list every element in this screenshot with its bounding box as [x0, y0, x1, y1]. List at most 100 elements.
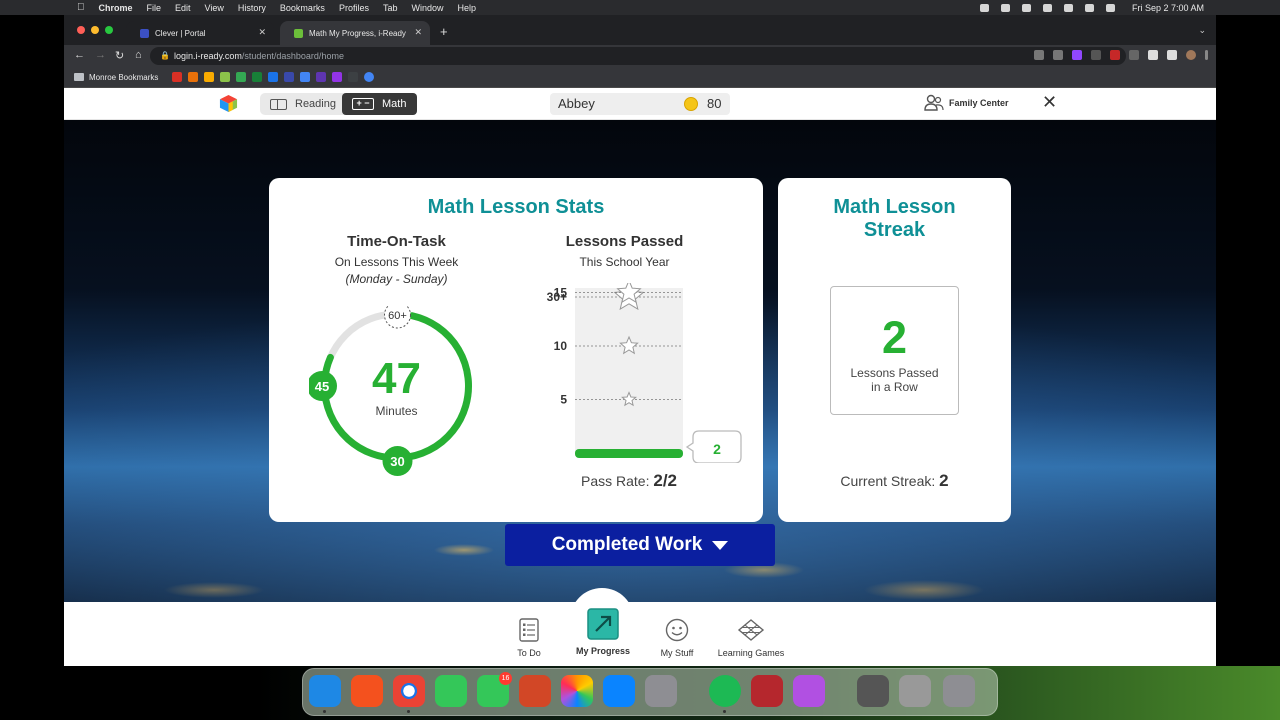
- facetime-icon[interactable]: [435, 675, 467, 707]
- browser-toolbar: ← → ↻ ⌂ 🔒 login.i-ready.com/student/dash…: [64, 45, 1216, 67]
- messages-icon[interactable]: 16: [477, 672, 512, 707]
- menu-file[interactable]: File: [147, 3, 162, 13]
- app-store-icon[interactable]: [603, 675, 635, 707]
- new-tab-icon[interactable]: +: [440, 24, 448, 39]
- time-on-task-subtitle: On Lessons This Week: [334, 255, 459, 269]
- siri-icon[interactable]: [1106, 4, 1115, 12]
- control-center-icon[interactable]: [1085, 4, 1094, 12]
- menu-edit[interactable]: Edit: [175, 3, 191, 13]
- record-icon[interactable]: [1001, 4, 1010, 12]
- wifi-icon[interactable]: [1043, 4, 1052, 12]
- streak-title: Math Lesson Streak: [778, 196, 1011, 242]
- nav-my-stuff[interactable]: My Stuff: [654, 618, 700, 658]
- back-icon[interactable]: ←: [74, 49, 85, 61]
- finder-icon[interactable]: [309, 675, 341, 707]
- nav-my-progress[interactable]: My Progress: [572, 608, 634, 656]
- extension-icon[interactable]: [1129, 50, 1139, 60]
- profile-avatar-icon[interactable]: [1186, 50, 1196, 60]
- dictionary-icon[interactable]: [751, 675, 783, 707]
- iready-page: Reading + − Math Abbey 80 Family Center …: [64, 88, 1216, 666]
- pass-rate: Pass Rate: 2/2: [564, 471, 694, 491]
- menu-window[interactable]: Window: [411, 3, 443, 13]
- bookmark-clever-icon[interactable]: [284, 72, 295, 82]
- menu-tab[interactable]: Tab: [383, 3, 398, 13]
- nav-todo[interactable]: To Do: [510, 618, 548, 658]
- sidebar-icon[interactable]: [1167, 50, 1177, 60]
- chrome-icon[interactable]: [393, 675, 425, 707]
- system-settings-icon[interactable]: [645, 675, 677, 707]
- nav-learning-games[interactable]: Learning Games: [714, 618, 788, 658]
- subject-reading-button[interactable]: Reading: [270, 93, 336, 115]
- menu-view[interactable]: View: [205, 3, 224, 13]
- tab-close-icon[interactable]: ✕: [414, 27, 422, 38]
- bookmark-icon[interactable]: [316, 72, 327, 82]
- iready-logo-icon[interactable]: [219, 94, 238, 113]
- bookmark-icon[interactable]: [188, 72, 199, 82]
- subject-math-button[interactable]: + − Math: [342, 93, 417, 115]
- bookmarks-bar: Monroe Bookmarks: [64, 67, 1216, 88]
- bookmark-icon[interactable]: [204, 72, 215, 82]
- reload-icon[interactable]: ↻: [115, 49, 124, 62]
- menubar-clock[interactable]: Fri Sep 2 7:00 AM: [1132, 3, 1204, 13]
- bookmark-star-icon[interactable]: [1053, 50, 1063, 60]
- podcasts-icon[interactable]: [793, 675, 825, 707]
- bookmark-icon[interactable]: [348, 72, 359, 82]
- subject-reading-label: Reading: [295, 98, 336, 110]
- menu-bookmarks[interactable]: Bookmarks: [280, 3, 325, 13]
- downloads-stack-icon[interactable]: [899, 675, 931, 707]
- search-icon[interactable]: [1064, 4, 1073, 12]
- photos-icon[interactable]: [561, 675, 593, 707]
- address-bar[interactable]: 🔒 login.i-ready.com/student/dashboard/ho…: [150, 47, 1126, 65]
- streak-box-line1: Lessons Passed: [850, 366, 939, 380]
- bookmark-icon[interactable]: [300, 72, 311, 82]
- lesson-streak-card: Math Lesson Streak 2 Lessons Passed in a…: [778, 178, 1011, 522]
- mic-icon[interactable]: [980, 4, 989, 12]
- streak-box: 2 Lessons Passed in a Row: [830, 286, 959, 415]
- extension-icon[interactable]: [1091, 50, 1101, 60]
- menu-help[interactable]: Help: [457, 3, 476, 13]
- passed-callout-label: 2: [713, 441, 721, 457]
- menu-history[interactable]: History: [238, 3, 266, 13]
- screenshot-stack-icon[interactable]: [857, 675, 889, 707]
- bookmark-icon[interactable]: [268, 72, 279, 82]
- current-streak-label: Current Streak:: [840, 473, 936, 489]
- pass-rate-value: 2/2: [653, 471, 677, 490]
- current-streak-value: 2: [939, 471, 949, 490]
- bookmark-google-icon[interactable]: [364, 72, 375, 82]
- bookmark-icon[interactable]: [252, 72, 263, 82]
- tab-clever[interactable]: Clever | Portal ✕: [126, 21, 274, 45]
- bookmark-icon[interactable]: [220, 72, 231, 82]
- tab-clever-title: Clever | Portal: [155, 28, 206, 38]
- bookmark-icon[interactable]: [332, 72, 343, 82]
- battery-icon[interactable]: [1022, 4, 1031, 12]
- zoom-window-icon[interactable]: [105, 26, 113, 34]
- minimize-window-icon[interactable]: [91, 26, 99, 34]
- share-icon[interactable]: [1034, 50, 1044, 60]
- close-icon[interactable]: ✕: [1042, 92, 1057, 113]
- extension-icon[interactable]: [1110, 50, 1120, 60]
- messages-badge: 16: [499, 672, 512, 685]
- spotify-icon[interactable]: [709, 675, 741, 707]
- tab-iready[interactable]: Math My Progress, i-Ready ✕: [280, 21, 430, 45]
- tab-close-icon[interactable]: ✕: [258, 27, 266, 38]
- launchpad-icon[interactable]: [351, 675, 383, 707]
- puzzle-icon[interactable]: [1148, 50, 1158, 60]
- trash-icon[interactable]: [943, 675, 975, 707]
- apple-icon[interactable]: : [77, 2, 85, 13]
- bookmark-folder-monroe[interactable]: Monroe Bookmarks: [89, 73, 158, 82]
- home-icon[interactable]: ⌂: [135, 49, 142, 61]
- smiley-icon: [665, 618, 689, 642]
- more-menu-icon[interactable]: [1205, 50, 1208, 60]
- family-center-button[interactable]: Family Center: [924, 94, 1009, 111]
- completed-work-button[interactable]: Completed Work: [505, 524, 775, 566]
- close-window-icon[interactable]: [77, 26, 85, 34]
- iready-favicon-icon: [294, 28, 303, 38]
- forward-icon[interactable]: →: [95, 49, 106, 61]
- bookmark-icon[interactable]: [236, 72, 247, 82]
- bookmark-gmail-icon[interactable]: [172, 72, 183, 82]
- extension-icon[interactable]: [1072, 50, 1082, 60]
- menu-profiles[interactable]: Profiles: [339, 3, 369, 13]
- powerpoint-icon[interactable]: [519, 675, 551, 707]
- menu-app-name[interactable]: Chrome: [99, 3, 133, 13]
- tab-search-chevron-icon[interactable]: ⌄: [1198, 25, 1206, 36]
